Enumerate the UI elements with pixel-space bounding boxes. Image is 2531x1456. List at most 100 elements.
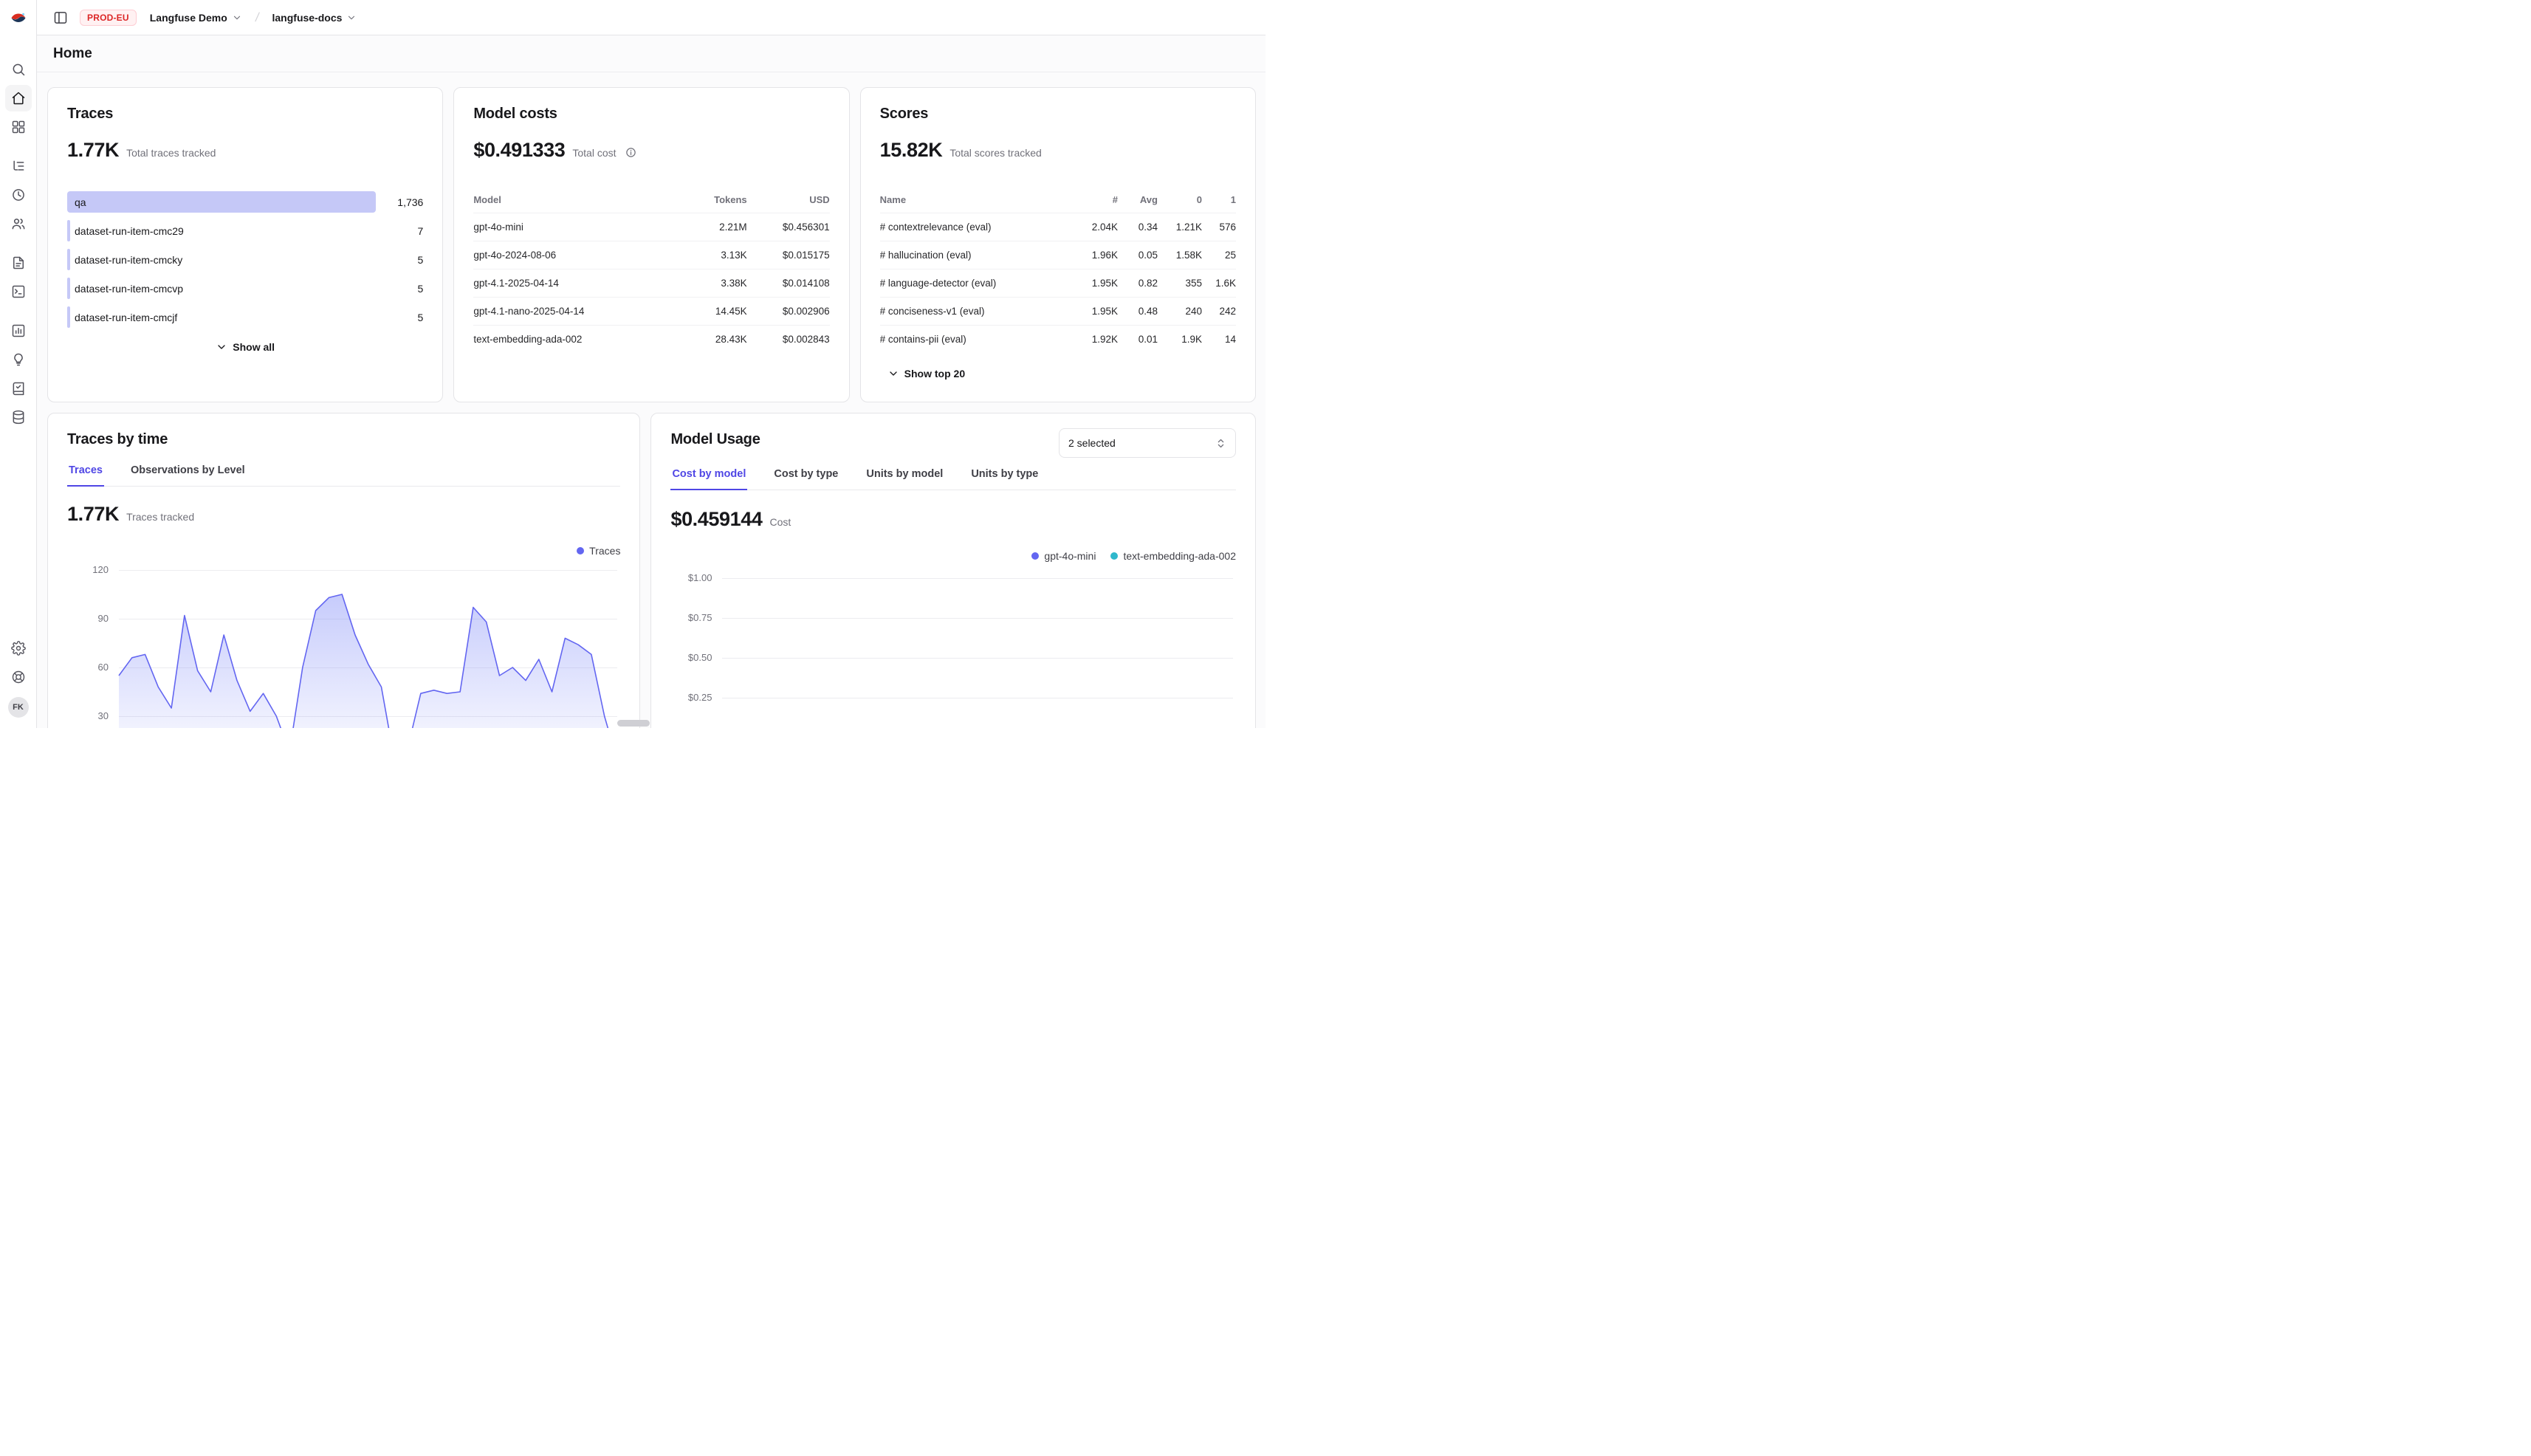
user-avatar[interactable]: FK — [8, 697, 29, 718]
users-icon — [11, 216, 26, 231]
sidebar-toggle-button[interactable] — [50, 7, 71, 28]
sidebar-item-users[interactable] — [5, 210, 32, 237]
org-switcher[interactable]: Langfuse Demo — [145, 9, 247, 27]
app-root: FK PROD-EU Langfuse Demo / langfuse-docs… — [0, 0, 1266, 728]
bar-label: qa — [75, 196, 86, 208]
table-cell: # conciseness-v1 (eval) — [880, 297, 1072, 325]
list-item[interactable]: qa 1,736 — [67, 191, 423, 213]
chevron-down-icon — [887, 368, 899, 380]
sidebar-item-prompts[interactable] — [5, 250, 32, 276]
column-header: 0 — [1158, 190, 1202, 213]
tab-units-by-type[interactable]: Units by type — [969, 465, 1040, 490]
info-icon[interactable] — [625, 147, 636, 158]
model-usage-card: Model Usage 2 selected Cost by model Cos… — [650, 413, 1256, 728]
table-cell: $0.014108 — [747, 269, 830, 297]
sidebar-item-home[interactable] — [5, 85, 32, 111]
table-cell: 2.21M — [666, 213, 747, 241]
org-name: Langfuse Demo — [150, 12, 227, 24]
sidebar-item-datasets[interactable] — [5, 375, 32, 402]
langfuse-logo-icon[interactable] — [9, 7, 28, 27]
project-switcher[interactable]: langfuse-docs — [268, 9, 362, 27]
show-top-20-label: Show top 20 — [904, 368, 965, 380]
sidebar-item-search[interactable] — [5, 56, 32, 83]
bar — [67, 191, 376, 213]
topbar: PROD-EU Langfuse Demo / langfuse-docs — [37, 0, 1266, 35]
table-cell: $0.015175 — [747, 241, 830, 269]
model-usage-title: Model Usage — [670, 431, 760, 448]
table-cell: 0.01 — [1118, 325, 1158, 353]
model-usage-metric: $0.459144 — [670, 508, 762, 531]
table-cell: 1.6K — [1202, 269, 1236, 297]
horizontal-scrollbar-thumb[interactable] — [617, 720, 650, 727]
list-item[interactable]: dataset-run-item-cmcjf 5 — [67, 306, 423, 328]
sidebar-item-dashboards[interactable] — [5, 114, 32, 140]
chart-legend: gpt-4o-mini text-embedding-ada-002 — [670, 550, 1236, 562]
breadcrumb-separator: / — [254, 10, 260, 25]
column-header: Name — [880, 190, 1072, 213]
traces-bar-list: qa 1,736 dataset-run-item-cmc29 7 datase… — [67, 191, 423, 328]
show-all-label: Show all — [233, 341, 275, 353]
list-item[interactable]: dataset-run-item-cmcvp 5 — [67, 278, 423, 299]
model-select-dropdown[interactable]: 2 selected — [1059, 428, 1236, 458]
table-cell: 1.58K — [1158, 241, 1202, 269]
legend-label: Traces — [589, 545, 620, 557]
model-usage-metric-label: Cost — [769, 516, 791, 528]
table-cell: 25 — [1202, 241, 1236, 269]
table-cell: 240 — [1158, 297, 1202, 325]
y-tick-label: 60 — [98, 662, 109, 673]
chart-legend: Traces — [67, 545, 620, 557]
page-title: Home — [53, 46, 92, 62]
table-cell: 242 — [1202, 297, 1236, 325]
table-cell: 0.05 — [1118, 241, 1158, 269]
table-cell: 1.95K — [1072, 269, 1118, 297]
sidebar-item-evaluation[interactable] — [5, 317, 32, 344]
table-cell: # language-detector (eval) — [880, 269, 1072, 297]
sidebar-item-sessions[interactable] — [5, 182, 32, 208]
table-cell: 1.95K — [1072, 297, 1118, 325]
sidebar-item-playground[interactable] — [5, 278, 32, 305]
table-cell: text-embedding-ada-002 — [473, 325, 665, 353]
traces-metric-label: Total traces tracked — [126, 147, 216, 159]
model-costs-card-title: Model costs — [473, 106, 829, 123]
y-tick-label: 90 — [98, 613, 109, 624]
bar-value: 7 — [376, 225, 423, 237]
model-costs-metric-label: Total cost — [572, 147, 616, 159]
show-all-button[interactable]: Show all — [208, 335, 282, 359]
y-tick-label: $0.50 — [688, 652, 712, 663]
sidebar-item-settings[interactable] — [5, 635, 32, 662]
main-area: PROD-EU Langfuse Demo / langfuse-docs Ho… — [37, 0, 1266, 728]
scores-metric-label: Total scores tracked — [949, 147, 1042, 159]
list-item[interactable]: dataset-run-item-cmcky 5 — [67, 249, 423, 270]
show-top-20-button[interactable]: Show top 20 — [880, 362, 972, 385]
table-cell: 3.13K — [666, 241, 747, 269]
search-icon — [11, 62, 26, 77]
list-item[interactable]: dataset-run-item-cmc29 7 — [67, 220, 423, 241]
sidebar-item-storage[interactable] — [5, 404, 32, 430]
sidebar-item-tracing[interactable] — [5, 153, 32, 179]
gear-icon — [11, 641, 26, 656]
area-chart-plot — [119, 570, 617, 728]
traces-by-time-tabs: Traces Observations by Level — [67, 461, 620, 487]
bar — [67, 220, 70, 241]
sidebar-item-support[interactable] — [5, 664, 32, 690]
tab-traces[interactable]: Traces — [67, 461, 104, 487]
environment-badge: PROD-EU — [80, 10, 137, 26]
tab-cost-by-type[interactable]: Cost by type — [772, 465, 839, 490]
sidebar-item-judge[interactable] — [5, 346, 32, 373]
book-check-icon — [11, 381, 26, 396]
traces-by-time-metric-label: Traces tracked — [126, 511, 194, 523]
model-usage-tabs: Cost by model Cost by type Units by mode… — [670, 465, 1236, 490]
table-cell: # contextrelevance (eval) — [880, 213, 1072, 241]
tab-units-by-model[interactable]: Units by model — [865, 465, 944, 490]
chevrons-up-down-icon — [1215, 438, 1226, 449]
bar-value: 5 — [376, 254, 423, 266]
table-cell: 576 — [1202, 213, 1236, 241]
scores-metric: 15.82K — [880, 139, 943, 162]
column-header: Tokens — [666, 190, 747, 213]
column-header: 1 — [1202, 190, 1236, 213]
table-cell: $0.002906 — [747, 297, 830, 325]
traces-card: Traces 1.77K Total traces tracked qa 1,7… — [47, 87, 443, 402]
traces-by-time-title: Traces by time — [67, 431, 620, 448]
tab-cost-by-model[interactable]: Cost by model — [670, 465, 747, 490]
tab-observations-by-level[interactable]: Observations by Level — [129, 461, 247, 487]
